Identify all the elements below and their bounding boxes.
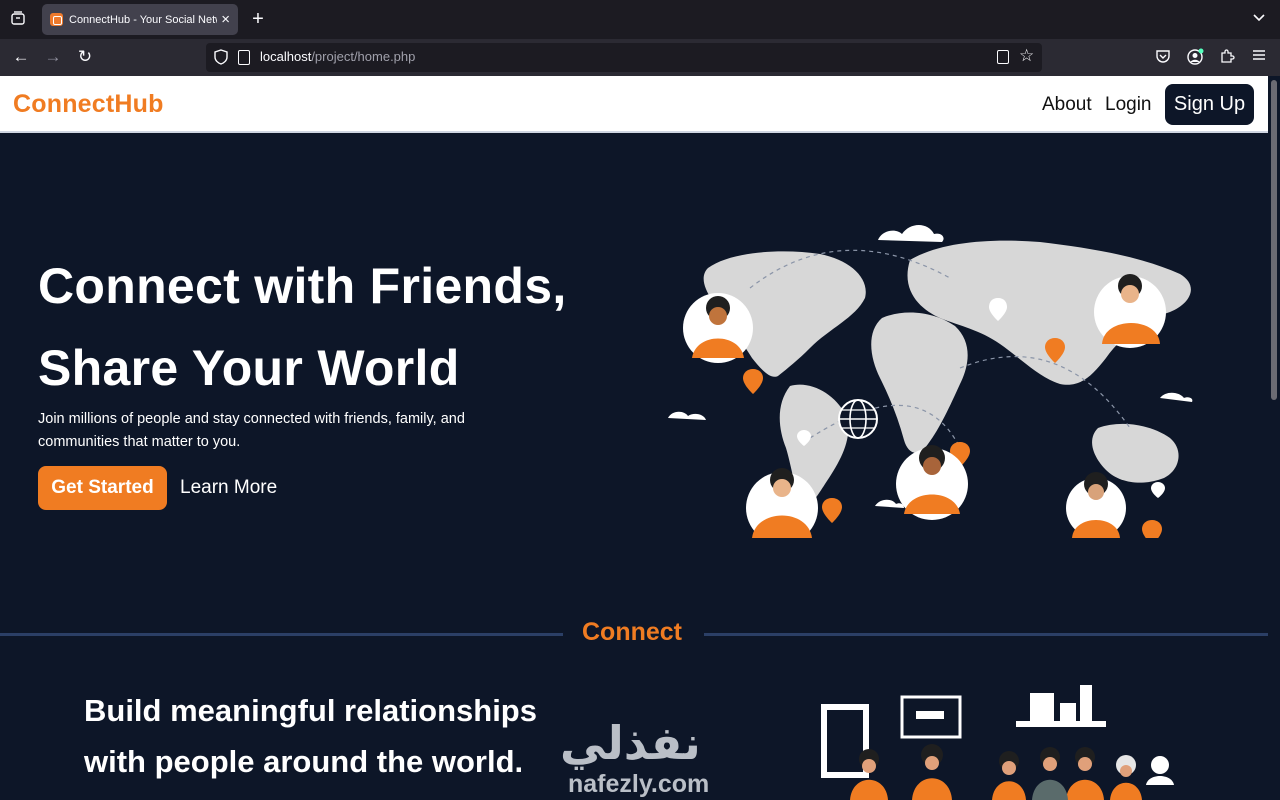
site-header: ConnectHub About Login Sign Up	[0, 76, 1268, 133]
browser-tabstrip: ConnectHub - Your Social Network × +	[0, 0, 1280, 39]
close-icon[interactable]: ×	[221, 12, 230, 27]
forward-icon[interactable]: →	[41, 46, 65, 68]
watermark-latin: nafezly.com	[568, 770, 710, 798]
star-icon[interactable]: ☆	[1019, 46, 1034, 66]
page-icon[interactable]	[238, 50, 250, 65]
section-label: Connect	[582, 618, 682, 646]
hero-title-line1: Connect with Friends,	[38, 258, 567, 314]
signup-button[interactable]: Sign Up	[1165, 84, 1254, 125]
chevron-down-icon[interactable]	[1252, 10, 1266, 26]
account-icon[interactable]	[1186, 48, 1204, 66]
site-logo[interactable]: ConnectHub	[13, 90, 164, 119]
reload-icon[interactable]: ↻	[73, 46, 97, 68]
back-icon[interactable]: ←	[9, 46, 33, 68]
menu-icon[interactable]	[1250, 48, 1268, 66]
tab-title: ConnectHub - Your Social Network	[69, 13, 217, 26]
browser-navbar: ← → ↻ localhost/project/home.php ☆	[0, 39, 1280, 76]
hero-title-line2: Share Your World	[38, 340, 460, 396]
section-title-line2: with people around the world.	[84, 744, 524, 779]
page-scrollbar[interactable]	[1268, 76, 1280, 800]
browser-tab-active[interactable]: ConnectHub - Your Social Network ×	[42, 4, 238, 35]
section-title-line1: Build meaningful relationships	[84, 693, 537, 728]
section-divider-left	[0, 633, 563, 636]
world-map-illustration	[668, 225, 1193, 538]
url-host: localhost	[260, 49, 312, 64]
scrollbar-thumb[interactable]	[1271, 80, 1277, 400]
url-bar[interactable]: localhost/project/home.php ☆	[206, 43, 1042, 72]
community-illustration	[821, 685, 1174, 800]
nav-about-link[interactable]: About	[1042, 94, 1092, 116]
learn-more-link[interactable]: Learn More	[180, 477, 277, 499]
section-divider-right	[704, 633, 1268, 636]
pocket-icon[interactable]	[1154, 48, 1172, 66]
reader-icon[interactable]	[997, 50, 1009, 64]
shield-icon[interactable]	[214, 49, 228, 65]
plus-icon[interactable]: +	[248, 8, 268, 30]
url-text[interactable]: localhost/project/home.php	[260, 49, 415, 64]
extensions-icon[interactable]	[1218, 48, 1236, 66]
page-content: ConnectHub About Login Sign Up Connect w…	[0, 76, 1268, 800]
hero-subtitle: Join millions of people and stay connect…	[38, 411, 465, 450]
nav-login-link[interactable]: Login	[1105, 94, 1152, 116]
watermark-arabic: نفذلي	[560, 716, 701, 770]
url-path: /project/home.php	[311, 49, 416, 64]
favicon-icon	[50, 13, 63, 26]
tab-list-icon[interactable]	[8, 10, 28, 30]
get-started-button[interactable]: Get Started	[38, 466, 167, 510]
